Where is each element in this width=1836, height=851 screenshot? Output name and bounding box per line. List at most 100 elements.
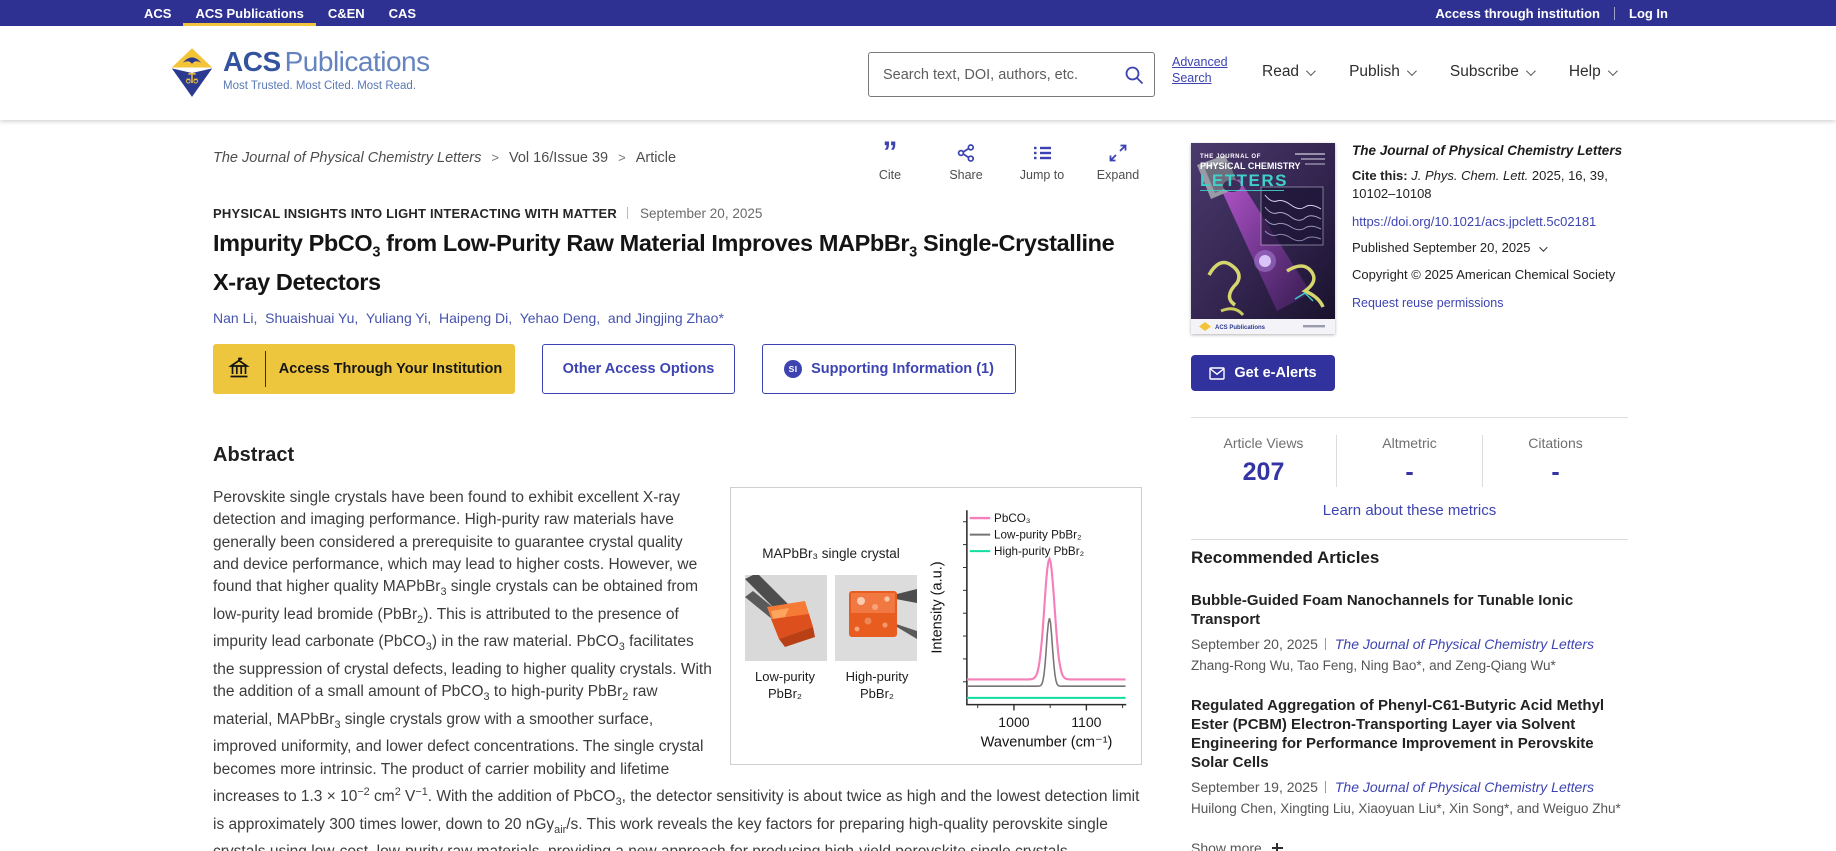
chevron-down-icon	[1306, 66, 1316, 76]
breadcrumb-journal-link[interactable]: The Journal of Physical Chemistry Letter…	[213, 150, 481, 166]
recommended-heading: Recommended Articles	[1191, 548, 1628, 568]
metrics-panel: Article Views 207 Altmetric - Citations …	[1191, 417, 1628, 540]
topbar-link-acs-publications[interactable]: ACS Publications	[183, 0, 315, 26]
abstract-graphic-figure[interactable]: MAPbBr₃ single crystal	[730, 487, 1142, 765]
copyright-text: Copyright © 2025 American Chemical Socie…	[1352, 267, 1628, 282]
cite-button[interactable]: ” Cite	[866, 142, 914, 182]
logo-tagline: Most Trusted. Most Cited. Most Read.	[223, 81, 430, 93]
recommended-article-authors: Zhang-Rong Wu, Tao Feng, Ning Bao*, and …	[1191, 658, 1628, 673]
expand-icon	[1108, 142, 1128, 163]
spectrum-chart: 10001100Wavenumber (cm⁻¹)Intensity (a.u.…	[928, 495, 1134, 753]
article-title: Impurity PbCO3 from Low-Purity Raw Mater…	[213, 229, 1142, 297]
request-reuse-permissions-link[interactable]: Request reuse permissions	[1352, 296, 1628, 310]
author-link[interactable]: Nan Li	[213, 310, 265, 326]
topbar-link-cen[interactable]: C&EN	[316, 0, 377, 26]
search-box	[868, 52, 1155, 97]
acs-publications-logo[interactable]: ACSPublications Most Trusted. Most Cited…	[170, 48, 430, 98]
category-link[interactable]: PHYSICAL INSIGHTS INTO LIGHT INTERACTING…	[213, 206, 617, 221]
topbar-link-cas[interactable]: CAS	[377, 0, 428, 26]
high-purity-crystal-photo	[835, 575, 917, 661]
author-link[interactable]: Shuaishuai Yu	[265, 310, 366, 326]
svg-text:Wavenumber (cm⁻¹): Wavenumber (cm⁻¹)	[981, 734, 1113, 750]
top-utility-bar: ACS ACS Publications C&EN CAS Access thr…	[0, 0, 1836, 26]
nav-read[interactable]: Read	[1262, 63, 1313, 81]
search-icon[interactable]	[1123, 64, 1145, 86]
breadcrumb-separator: >	[618, 150, 626, 165]
brand-switcher: ACS ACS Publications C&EN CAS	[132, 0, 428, 26]
recommended-article: Bubble-Guided Foam Nanochannels for Tuna…	[1191, 591, 1628, 673]
crystal-photos-panel: MAPbBr₃ single crystal	[738, 495, 924, 757]
jump-to-button[interactable]: Jump to	[1018, 142, 1066, 182]
recommended-article-date: September 20, 2025	[1191, 636, 1318, 652]
svg-text:PHYSICAL CHEMISTRY: PHYSICAL CHEMISTRY	[1200, 161, 1301, 171]
abstract-heading: Abstract	[213, 444, 1142, 467]
svg-text:Low-purity PbBr₂: Low-purity PbBr₂	[994, 528, 1081, 541]
metric-article-views: Article Views 207	[1191, 435, 1336, 487]
svg-text:High-purity PbBr₂: High-purity PbBr₂	[994, 545, 1084, 558]
doi-link[interactable]: https://doi.org/10.1021/acs.jpclett.5c02…	[1352, 214, 1628, 229]
svg-text:1000: 1000	[998, 714, 1029, 730]
get-e-alerts-button[interactable]: Get e-Alerts	[1191, 355, 1335, 391]
list-icon	[1032, 142, 1053, 163]
chevron-down-icon	[1407, 66, 1417, 76]
access-through-institution-link[interactable]: Access through institution	[1435, 6, 1600, 21]
svg-text:ACS Publications: ACS Publications	[1215, 325, 1266, 331]
recommended-article-title[interactable]: Bubble-Guided Foam Nanochannels for Tuna…	[1191, 591, 1628, 629]
author-link[interactable]: Yuliang Yi	[366, 310, 439, 326]
chevron-down-icon	[1526, 66, 1536, 76]
breadcrumb-issue-link[interactable]: Vol 16/Issue 39	[509, 150, 608, 166]
supporting-information-button[interactable]: SI Supporting Information (1)	[762, 344, 1016, 394]
recommended-article-journal-link[interactable]: The Journal of Physical Chemistry Letter…	[1318, 779, 1594, 795]
breadcrumb: The Journal of Physical Chemistry Letter…	[213, 140, 676, 166]
recommended-article-date: September 19, 2025	[1191, 779, 1318, 795]
quote-icon: ”	[883, 142, 898, 163]
metric-citations: Citations -	[1482, 435, 1628, 487]
low-purity-crystal-photo	[745, 575, 827, 661]
nav-subscribe[interactable]: Subscribe	[1450, 63, 1533, 81]
page: ACS ACS Publications C&EN CAS Access thr…	[0, 0, 1836, 851]
svg-text:THE JOURNAL OF: THE JOURNAL OF	[1200, 154, 1261, 160]
show-more-button[interactable]: Show more	[1191, 840, 1628, 851]
chevron-down-icon	[1608, 66, 1618, 76]
abstract-body: MAPbBr₃ single crystal	[213, 487, 1142, 851]
other-access-options-button[interactable]: Other Access Options	[542, 344, 735, 394]
svg-text:Intensity (a.u.): Intensity (a.u.)	[930, 561, 946, 653]
divider	[1614, 7, 1615, 20]
publish-date: September 20, 2025	[617, 206, 762, 221]
recommended-article-journal-link[interactable]: The Journal of Physical Chemistry Letter…	[1318, 636, 1594, 652]
svg-text:PbCO₃: PbCO₃	[994, 512, 1031, 525]
expand-button[interactable]: Expand	[1094, 142, 1142, 182]
journal-cover[interactable]: THE JOURNAL OF PHYSICAL CHEMISTRY LETTER…	[1191, 143, 1335, 334]
access-institution-button[interactable]: Access Through Your Institution	[213, 344, 515, 394]
author-link[interactable]: Yehao Deng	[520, 310, 608, 326]
nav-help[interactable]: Help	[1569, 63, 1615, 81]
acs-diamond-logo-icon	[170, 48, 214, 98]
logo-wordmark: ACSPublications Most Trusted. Most Cited…	[223, 48, 430, 93]
advanced-search-link[interactable]: Advanced Search	[1172, 54, 1244, 87]
topbar-link-acs[interactable]: ACS	[132, 0, 183, 26]
si-icon: SI	[784, 360, 802, 378]
author-list: Nan LiShuaishuai YuYuliang YiHaipeng DiY…	[213, 310, 1142, 326]
author-link[interactable]: and Jingjing Zhao*	[608, 310, 724, 326]
site-header: ACSPublications Most Trusted. Most Cited…	[0, 26, 1836, 120]
article-main: The Journal of Physical Chemistry Letter…	[213, 140, 1142, 851]
share-icon	[956, 142, 976, 163]
journal-name: The Journal of Physical Chemistry Letter…	[1352, 143, 1628, 158]
published-toggle[interactable]: Published September 20, 2025	[1352, 240, 1628, 255]
learn-about-metrics-link[interactable]: Learn about these metrics	[1191, 502, 1628, 519]
recommended-article-title[interactable]: Regulated Aggregation of Phenyl-C61-Buty…	[1191, 696, 1628, 772]
citation-block: The Journal of Physical Chemistry Letter…	[1352, 143, 1628, 310]
login-link[interactable]: Log In	[1629, 6, 1668, 21]
high-purity-label: High-purity PbBr₂	[835, 669, 919, 703]
author-link[interactable]: Haipeng Di	[439, 310, 520, 326]
main-nav: Read Publish Subscribe Help	[1262, 63, 1615, 81]
nav-publish[interactable]: Publish	[1349, 63, 1414, 81]
svg-text:LETTERS: LETTERS	[1200, 171, 1288, 190]
search-input[interactable]	[869, 67, 1154, 83]
recommended-article: Regulated Aggregation of Phenyl-C61-Buty…	[1191, 696, 1628, 816]
access-options-row: Access Through Your Institution Other Ac…	[213, 344, 1142, 394]
share-button[interactable]: Share	[942, 142, 990, 182]
metric-altmetric: Altmetric -	[1336, 435, 1482, 487]
breadcrumb-current: Article	[636, 150, 676, 166]
crystal-heading: MAPbBr₃ single crystal	[738, 543, 924, 565]
